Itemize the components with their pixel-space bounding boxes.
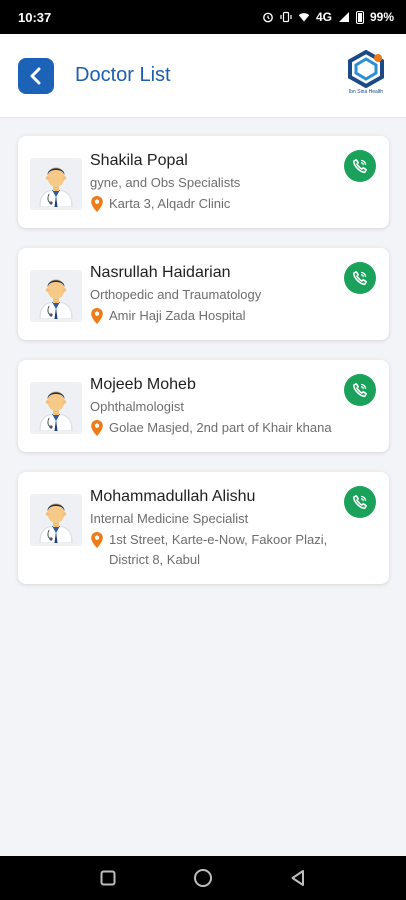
square-icon: [100, 870, 116, 886]
doctor-specialty: Orthopedic and Traumatology: [90, 287, 262, 302]
doctor-address-row: Golae Masjed, 2nd part of Khair khana: [90, 418, 333, 438]
doctor-name: Mojeeb Moheb: [90, 376, 196, 393]
alarm-icon: [263, 12, 273, 23]
vibrate-icon: [280, 11, 292, 23]
doctor-specialty: gyne, and Obs Specialists: [90, 175, 241, 190]
doctor-info: Nasrullah Haidarian Orthopedic and Traum…: [90, 262, 377, 326]
doctor-specialty: Internal Medicine Specialist: [90, 511, 249, 526]
doctor-address: Golae Masjed, 2nd part of Khair khana: [109, 420, 332, 435]
doctor-card[interactable]: Shakila Popal gyne, and Obs Specialists …: [18, 136, 389, 228]
doctor-avatar-icon: [39, 167, 73, 207]
doctor-avatar: [30, 382, 82, 434]
location-pin-icon: [91, 308, 103, 324]
doctor-address: 1st Street, Karte-e-Now, Fakoor Plazi, D…: [109, 532, 328, 567]
doctor-avatar: [30, 158, 82, 210]
doctor-address-row: 1st Street, Karte-e-Now, Fakoor Plazi, D…: [90, 530, 333, 570]
doctor-avatar-icon: [39, 391, 73, 431]
triangle-back-icon: [291, 870, 305, 886]
battery-icon: [355, 10, 364, 24]
chevron-left-icon: [30, 67, 41, 84]
doctor-info: Mojeeb Moheb Ophthalmologist Golae Masje…: [90, 374, 377, 438]
phone-icon: [353, 159, 367, 173]
app-logo: Ibn Sina Health: [344, 49, 388, 102]
doctor-specialty: Ophthalmologist: [90, 399, 184, 414]
doctor-card[interactable]: Mojeeb Moheb Ophthalmologist Golae Masje…: [18, 360, 389, 452]
status-right: 4G 99%: [262, 10, 394, 24]
doctor-list: Shakila Popal gyne, and Obs Specialists …: [18, 136, 389, 604]
battery-percent: 99%: [369, 10, 394, 24]
recents-button[interactable]: [96, 866, 120, 890]
wifi-icon: [298, 13, 310, 22]
location-pin-icon: [91, 196, 103, 212]
doctor-avatar-icon: [39, 279, 73, 319]
doctor-avatar: [30, 494, 82, 546]
call-button[interactable]: [344, 150, 376, 182]
back-button[interactable]: [18, 57, 54, 94]
location-pin-icon: [91, 420, 103, 436]
circle-icon: [193, 869, 212, 887]
status-bar: 10:37 4G 99%: [0, 0, 406, 34]
doctor-address: Karta 3, Alqadr Clinic: [109, 196, 231, 211]
doctor-avatar-icon: [39, 503, 73, 543]
status-left: 10:37: [18, 10, 51, 25]
doctor-card[interactable]: Mohammadullah Alishu Internal Medicine S…: [18, 472, 389, 584]
logo-caption: Ibn Sina Health: [348, 88, 384, 95]
home-button[interactable]: [191, 866, 215, 890]
logo-icon: [348, 49, 384, 88]
page-title: Doctor List: [75, 64, 171, 86]
back-nav-button[interactable]: [286, 866, 310, 890]
doctor-name: Mohammadullah Alishu: [90, 488, 256, 505]
doctor-avatar: [30, 270, 82, 322]
system-nav-bar: [0, 856, 406, 900]
call-button[interactable]: [344, 262, 376, 294]
call-button[interactable]: [344, 486, 376, 518]
doctor-address-row: Karta 3, Alqadr Clinic: [90, 194, 333, 214]
doctor-info: Mohammadullah Alishu Internal Medicine S…: [90, 486, 377, 570]
doctor-address-row: Amir Haji Zada Hospital: [90, 306, 333, 326]
phone-icon: [353, 271, 367, 285]
doctor-name: Nasrullah Haidarian: [90, 264, 231, 281]
app-header: Doctor List Ibn Sina Health: [0, 34, 406, 118]
location-pin-icon: [91, 532, 103, 548]
network-type: 4G: [315, 10, 332, 24]
doctor-info: Shakila Popal gyne, and Obs Specialists …: [90, 150, 377, 214]
phone-icon: [353, 495, 367, 509]
call-button[interactable]: [344, 374, 376, 406]
signal-icon: [338, 12, 349, 22]
status-time: 10:37: [18, 9, 52, 25]
doctor-name: Shakila Popal: [90, 152, 188, 169]
doctor-address: Amir Haji Zada Hospital: [109, 308, 246, 323]
phone-icon: [353, 383, 367, 397]
doctor-card[interactable]: Nasrullah Haidarian Orthopedic and Traum…: [18, 248, 389, 340]
